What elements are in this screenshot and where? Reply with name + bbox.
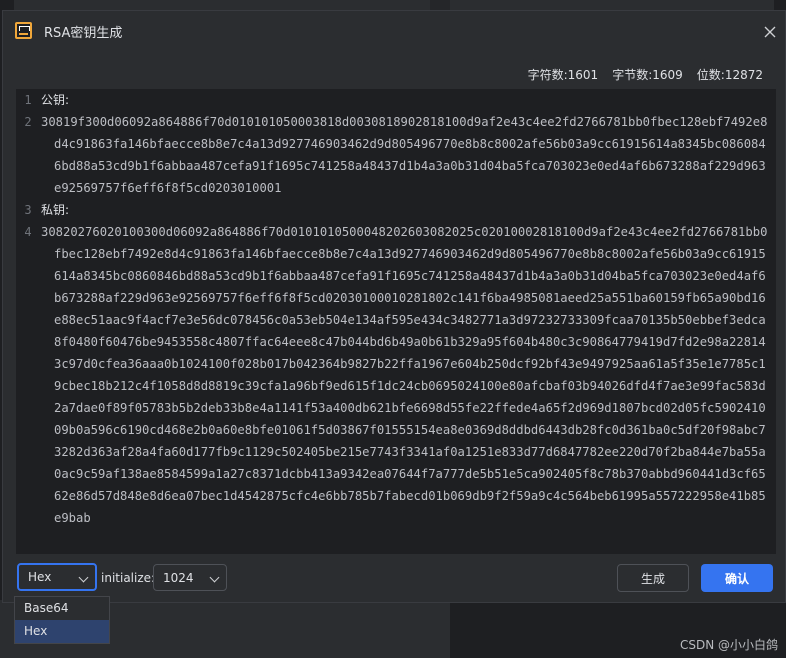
close-button[interactable] bbox=[759, 21, 781, 43]
format-select[interactable]: Hex bbox=[17, 563, 97, 591]
close-icon bbox=[764, 26, 776, 38]
confirm-button[interactable]: 确认 bbox=[701, 564, 773, 592]
rsa-key-dialog: RSA密钥生成 字符数:1601 字节数:1609 位数:12872 1 公钥:… bbox=[2, 10, 786, 603]
private-key-label: 私钥: bbox=[41, 203, 70, 217]
watermark: CSDN @小小白鸽 bbox=[679, 638, 778, 652]
public-key-text[interactable]: 30819f300d06092a864886f70d01010105000381… bbox=[41, 111, 772, 199]
public-key-label: 公钥: bbox=[41, 93, 70, 107]
chevron-down-icon bbox=[209, 572, 220, 583]
line-number: 4 bbox=[24, 225, 32, 239]
dropdown-option-hex[interactable]: Hex bbox=[15, 620, 109, 643]
dialog-title: RSA密钥生成 bbox=[44, 26, 123, 41]
key-editor[interactable]: 1 公钥: 2 30819f300d06092a864886f70d010101… bbox=[16, 89, 776, 554]
char-count: 字符数:1601 bbox=[527, 68, 599, 82]
stats-bar: 字符数:1601 字节数:1609 位数:12872 bbox=[528, 66, 763, 83]
line-number: 2 bbox=[24, 115, 32, 129]
key-size-value: 1024 bbox=[163, 570, 194, 585]
line-number: 1 bbox=[24, 93, 32, 107]
dropdown-option-base64[interactable]: Base64 bbox=[15, 597, 109, 620]
line-number: 3 bbox=[24, 203, 32, 217]
app-logo-icon bbox=[15, 22, 32, 39]
generate-button[interactable]: 生成 bbox=[617, 564, 689, 592]
initialize-label: initialize: bbox=[101, 571, 156, 585]
private-key-text[interactable]: 30820276020100300d06092a864886f70d010101… bbox=[41, 221, 772, 551]
format-value: Hex bbox=[28, 570, 52, 584]
chevron-down-icon bbox=[78, 572, 89, 583]
bit-count: 位数:12872 bbox=[696, 68, 763, 82]
key-size-select[interactable]: 1024 bbox=[153, 564, 227, 591]
format-dropdown-list: Base64 Hex bbox=[14, 596, 110, 644]
bottom-bar: Hex initialize: 1024 生成 确认 bbox=[3, 559, 785, 604]
byte-count: 字节数:1609 bbox=[612, 68, 683, 82]
dialog-titlebar[interactable]: RSA密钥生成 bbox=[3, 11, 785, 51]
